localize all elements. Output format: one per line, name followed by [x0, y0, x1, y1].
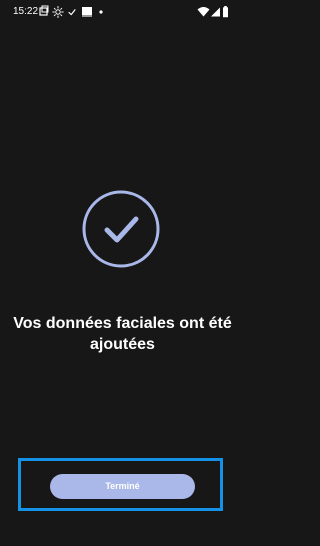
- wifi-icon: [197, 7, 210, 17]
- signal-icon: [211, 7, 220, 17]
- check-small-icon: [68, 9, 76, 16]
- image-icon: [82, 7, 92, 17]
- brightness-icon: [52, 6, 64, 18]
- success-message: Vos données faciales ont été ajoutées: [0, 313, 245, 355]
- check-circle-icon: [82, 190, 160, 268]
- success-message-line1: Vos données faciales ont été: [13, 315, 232, 332]
- battery-icon: [223, 6, 228, 18]
- done-button[interactable]: Terminé: [50, 474, 195, 499]
- dot-icon: [99, 10, 103, 14]
- screenshot-icon: [39, 5, 49, 16]
- success-message-line2: ajoutées: [90, 336, 155, 353]
- status-time: 15:22: [13, 6, 39, 17]
- status-bar: 15:22: [0, 0, 245, 24]
